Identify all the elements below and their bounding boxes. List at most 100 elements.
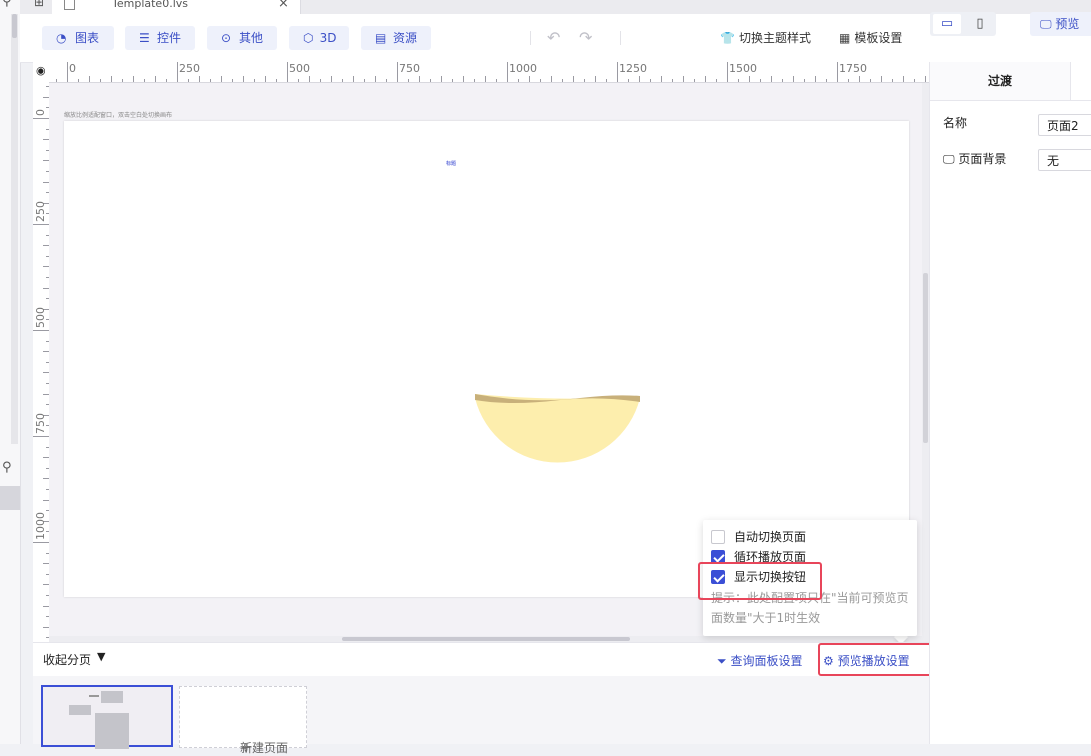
control-button[interactable]: ☰ 控件 <box>125 26 195 50</box>
file-tab-name: Template0.lvs <box>112 0 188 10</box>
ruler-tick <box>265 76 266 82</box>
undo-icon[interactable]: ↶ <box>547 26 560 50</box>
chart-button-label: 图表 <box>74 31 99 45</box>
preview-button[interactable]: 🖵 预览 <box>1030 12 1091 36</box>
highlight-show-switch-button <box>698 562 822 600</box>
ruler-tick <box>33 436 49 437</box>
bowl-shape-widget[interactable] <box>470 388 644 486</box>
template-settings-button[interactable]: ▦ 模板设置 <box>839 26 902 50</box>
ruler-tick <box>606 79 607 82</box>
tab-secondary[interactable] <box>1070 62 1091 101</box>
pages-strip: ＋新建页面 <box>33 676 929 755</box>
ruler-tick <box>892 79 893 82</box>
desktop-icon[interactable]: ▭ <box>933 14 961 34</box>
ruler-label: 500 <box>34 307 47 328</box>
file-tab[interactable]: Template0.lvs × <box>52 0 301 14</box>
page-thumbnail[interactable] <box>41 685 173 749</box>
caret-down-icon[interactable]: ▼ <box>97 650 105 663</box>
query-panel-settings-button[interactable]: ⏷ 查询面板设置 <box>717 652 802 669</box>
collapse-pages-button[interactable]: 收起分页 <box>43 651 91 668</box>
ruler-label: 1500 <box>729 62 757 75</box>
ruler-tick <box>925 76 926 82</box>
ruler-tick <box>33 118 49 119</box>
ruler-tick <box>496 79 497 82</box>
resource-button-label: 资源 <box>392 31 417 45</box>
ruler-tick <box>408 79 409 82</box>
ruler-visibility-toggle[interactable]: ◉ <box>33 62 49 82</box>
ruler-tick <box>804 79 805 82</box>
ruler-tick <box>221 76 222 82</box>
ruler-tick <box>463 76 464 82</box>
left-scrollbar-thumb[interactable] <box>12 14 17 38</box>
name-input[interactable]: 页面2 <box>1038 114 1091 136</box>
ruler-tick <box>562 79 563 82</box>
close-icon[interactable]: × <box>278 0 289 11</box>
ruler-tick <box>33 542 49 543</box>
ruler-tick <box>782 79 783 82</box>
tiny-title-widget[interactable]: 标题 <box>446 160 456 167</box>
left-scrollbar[interactable] <box>11 14 18 444</box>
new-page-button[interactable]: ＋新建页面 <box>179 686 307 755</box>
redo-icon[interactable]: ↷ <box>579 26 592 50</box>
ruler-tick <box>738 79 739 82</box>
auto-switch-checkbox[interactable] <box>711 530 725 544</box>
ruler-tick <box>397 62 398 82</box>
tab-transition[interactable]: 过渡 <box>930 62 1070 101</box>
page-background-label: 🖵 页面背景 <box>943 150 1006 167</box>
auto-switch-label: 自动切换页面 <box>734 530 807 544</box>
threed-button[interactable]: ⬡ 3D <box>289 26 349 50</box>
eye-icon: ◉ <box>36 64 46 77</box>
archive-icon: ▤ <box>375 31 387 45</box>
ruler-tick <box>749 76 750 82</box>
ruler-tick <box>826 79 827 82</box>
thumb-block <box>101 691 123 703</box>
ruler-tick <box>793 76 794 82</box>
ruler-tick <box>716 79 717 82</box>
template-settings-label: 模板设置 <box>854 31 903 45</box>
ruler-tick <box>485 76 486 82</box>
auto-switch-option[interactable]: 自动切换页面 <box>711 528 806 546</box>
new-tab-icon[interactable]: ⊞ <box>34 0 44 9</box>
ruler-tick <box>419 76 420 82</box>
vertical-scroll-thumb[interactable] <box>923 273 928 443</box>
ruler-tick <box>375 76 376 82</box>
ruler-tick <box>166 79 167 82</box>
ruler-label: 750 <box>399 62 420 75</box>
resource-button[interactable]: ▤ 资源 <box>361 26 431 50</box>
ruler-tick <box>452 79 453 82</box>
ruler-tick <box>474 79 475 82</box>
ruler-label: 0 <box>34 109 47 116</box>
control-button-label: 控件 <box>156 31 181 45</box>
horizontal-scroll-thumb[interactable] <box>342 637 630 641</box>
page-bottom-bar: 收起分页 ▼ ⏷ 查询面板设置 ⚙ 预览播放设置 <box>33 642 929 678</box>
search-icon[interactable]: ⚲ <box>2 0 12 9</box>
canvas-vertical-scrollbar[interactable] <box>922 83 929 642</box>
ruler-tick <box>760 79 761 82</box>
ruler-tick <box>100 79 101 82</box>
ruler-tick <box>111 76 112 82</box>
ruler-tick <box>67 62 68 82</box>
ruler-tick <box>595 76 596 82</box>
other-button[interactable]: ⊙ 其他 <box>207 26 277 50</box>
ruler-tick <box>903 76 904 82</box>
ruler-label: 750 <box>34 413 47 434</box>
ruler-tick <box>683 76 684 82</box>
ruler-tick <box>144 79 145 82</box>
thumb-block <box>69 705 91 715</box>
ruler-tick <box>122 79 123 82</box>
ruler-tick <box>529 76 530 82</box>
ruler-tick <box>155 76 156 82</box>
ruler-tick <box>364 79 365 82</box>
chart-button[interactable]: ◔ 图表 <box>42 26 114 50</box>
ruler-label: 250 <box>34 201 47 222</box>
ruler-tick <box>551 76 552 82</box>
bowl-body <box>475 394 640 463</box>
ruler-tick <box>518 79 519 82</box>
switch-theme-button[interactable]: 👕 切换主题样式 <box>720 26 811 50</box>
page-background-select[interactable]: 无 <box>1038 149 1091 171</box>
ruler-tick <box>705 76 706 82</box>
mobile-icon[interactable]: ▯ <box>966 14 994 34</box>
search-icon-lower[interactable]: ⚲ <box>2 460 12 475</box>
ruler-tick <box>727 62 728 82</box>
filter-icon: ⏷ <box>717 654 727 668</box>
